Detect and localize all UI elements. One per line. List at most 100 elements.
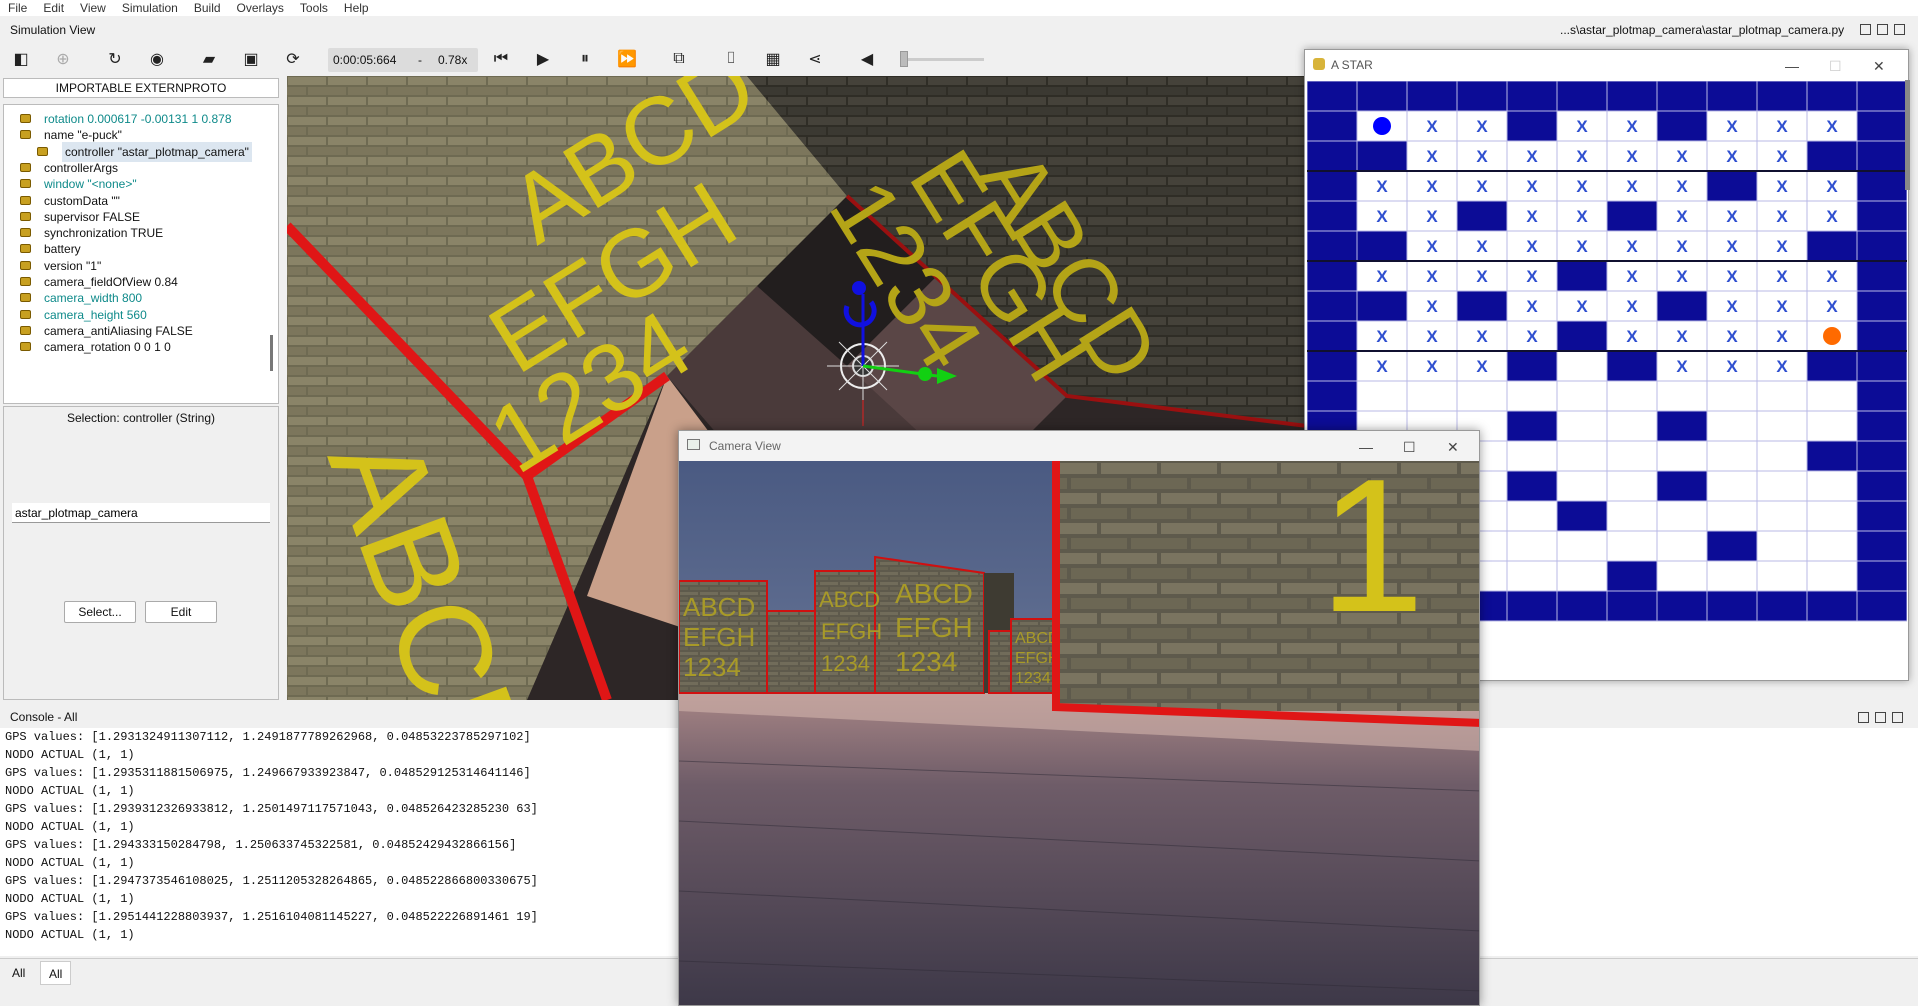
menu-edit[interactable]: Edit (35, 0, 72, 16)
restore-icon[interactable] (1875, 712, 1886, 723)
field-tree: rotation 0.000617 -0.00131 1 0.878 name "… (3, 104, 279, 404)
grid-cell (1506, 500, 1558, 532)
save-world-icon[interactable]: ▣ (240, 48, 262, 70)
reset-simulation-icon[interactable]: ⏮ (490, 48, 512, 70)
visited-mark: X (1476, 327, 1488, 346)
menu-tools[interactable]: Tools (292, 0, 336, 16)
reload-world-icon[interactable]: ⟳ (282, 48, 304, 70)
minimize-icon[interactable]: — (1785, 58, 1799, 74)
grid-cell (1656, 560, 1708, 592)
field-icon (20, 211, 31, 221)
tree-item-label: rotation 0.000617 -0.00131 1 0.878 (44, 112, 232, 126)
maximize-icon[interactable]: ☐ (1829, 58, 1842, 75)
edit-button[interactable]: Edit (145, 601, 217, 623)
grid-wall-cell (1456, 81, 1508, 112)
console-tab-all[interactable]: All (4, 961, 33, 985)
fast-forward-icon[interactable]: ⏩ (616, 48, 638, 70)
movie-icon[interactable]: ▦ (762, 48, 784, 70)
importable-externproto-button[interactable]: IMPORTABLE EXTERNPROTO (3, 78, 279, 98)
add-node-icon[interactable]: ⊕ (52, 48, 74, 70)
close-icon[interactable] (1892, 712, 1903, 723)
visited-mark: X (1676, 177, 1688, 196)
controller-value-field[interactable] (12, 503, 270, 523)
grid-wall-cell (1606, 81, 1658, 112)
restore-icon[interactable] (1877, 24, 1888, 35)
share-icon[interactable]: ⋖ (804, 48, 826, 70)
visited-mark: X (1426, 147, 1438, 166)
grid-cell (1506, 380, 1558, 412)
visited-mark: X (1626, 177, 1638, 196)
visited-mark: X (1376, 327, 1388, 346)
editor-scrollbar[interactable] (1905, 80, 1910, 190)
grid-cell (1806, 380, 1858, 412)
pause-icon[interactable]: ⏸ (574, 48, 596, 70)
visited-mark: X (1426, 207, 1438, 226)
visited-mark: X (1526, 327, 1538, 346)
grid-cell (1656, 440, 1708, 472)
menu-file[interactable]: File (0, 0, 35, 16)
volume-slider[interactable] (900, 51, 984, 67)
tree-item-label: battery (44, 242, 81, 257)
astar-title: A STAR (1331, 58, 1373, 72)
viewpoint-icon[interactable]: ◉ (146, 48, 168, 70)
grid-cell (1806, 410, 1858, 442)
tree-item[interactable]: camera_rotation 0 0 1 0 (20, 337, 171, 357)
grid-cell (1406, 380, 1458, 412)
menu-bar: File Edit View Simulation Build Overlays… (0, 0, 1918, 16)
visited-mark: X (1476, 267, 1488, 286)
box-text-1b: EFGH (683, 622, 755, 652)
grid-cell (1806, 560, 1858, 592)
visited-mark: X (1776, 297, 1788, 316)
float-icon[interactable] (1858, 712, 1869, 723)
reset-view-icon[interactable]: ↻ (104, 48, 126, 70)
select-button[interactable]: Select... (64, 601, 136, 623)
menu-simulation[interactable]: Simulation (114, 0, 186, 16)
console-line: NODO ACTUAL (1, 1) (5, 748, 135, 762)
tree-item-label: synchronization TRUE (44, 226, 164, 241)
menu-help[interactable]: Help (336, 0, 377, 16)
camera-title: Camera View (709, 439, 781, 453)
open-world-icon[interactable]: ▰ (198, 48, 220, 70)
grid-wall-cell (1307, 170, 1358, 202)
grid-cell (1506, 440, 1558, 472)
console-dock-buttons (1858, 712, 1903, 723)
toggle-scene-tree-icon[interactable]: ◧ (10, 48, 32, 70)
step-icon[interactable]: ▶ (532, 48, 554, 70)
visited-mark: X (1776, 237, 1788, 256)
visited-mark: X (1576, 117, 1588, 136)
visited-mark: X (1676, 207, 1688, 226)
tree-scrollbar[interactable] (270, 335, 273, 371)
minimize-icon[interactable]: — (1359, 439, 1373, 455)
render-toggle-icon[interactable]: ⧉ (668, 48, 690, 70)
grid-wall-cell (1856, 110, 1907, 142)
visited-mark: X (1826, 177, 1838, 196)
screenshot-icon[interactable]: ⌷ (720, 48, 742, 70)
visited-mark: X (1476, 177, 1488, 196)
close-icon[interactable]: ✕ (1873, 58, 1885, 75)
console-title-text: Console - All (10, 710, 78, 724)
maximize-icon[interactable]: ☐ (1403, 439, 1416, 456)
console-line: GPS values: [1.2951441228803937, 1.25161… (5, 910, 538, 924)
close-icon[interactable]: ✕ (1447, 439, 1459, 456)
grid-cell (1706, 440, 1758, 472)
visited-mark: X (1726, 327, 1738, 346)
menu-build[interactable]: Build (186, 0, 229, 16)
grid-cell (1556, 530, 1608, 562)
visited-mark: X (1726, 147, 1738, 166)
visited-mark: X (1776, 147, 1788, 166)
visited-mark: X (1676, 327, 1688, 346)
field-icon (20, 114, 31, 123)
grid-wall-cell (1856, 410, 1907, 442)
grid-wall-cell (1706, 530, 1758, 562)
visited-mark: X (1676, 267, 1688, 286)
menu-overlays[interactable]: Overlays (229, 0, 292, 16)
console-tab-all-active[interactable]: All (40, 961, 72, 985)
controller-file-name[interactable]: ...s\astar_plotmap_camera\astar_plotmap_… (1560, 18, 1844, 42)
volume-icon[interactable]: ◀ (856, 48, 878, 70)
float-icon[interactable] (1860, 24, 1871, 35)
close-icon[interactable] (1894, 24, 1905, 35)
grid-cell (1806, 530, 1858, 562)
volume-slider-handle[interactable] (900, 51, 908, 67)
sim-time: 0:00:05:664 (333, 53, 397, 67)
menu-view[interactable]: View (72, 0, 114, 16)
